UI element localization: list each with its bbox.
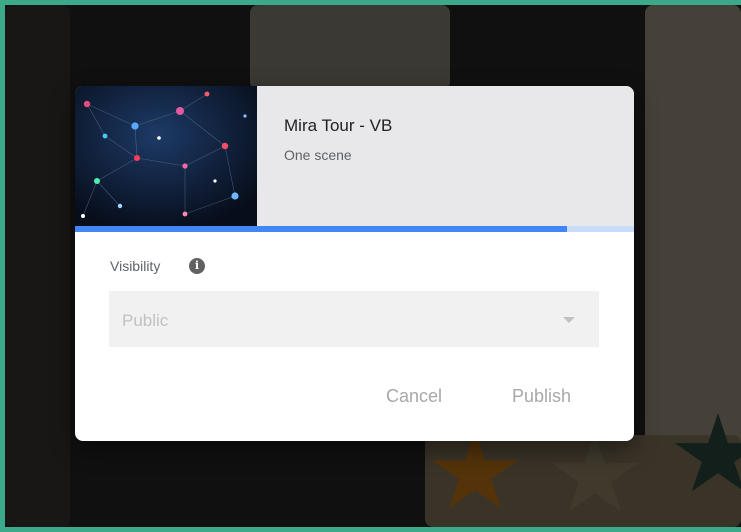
visibility-select-value: Public: [122, 311, 169, 330]
upload-progress-bar: [75, 226, 634, 232]
publish-button[interactable]: Publish: [512, 386, 571, 407]
visibility-label: Visibility: [110, 258, 161, 274]
chevron-down-icon: [563, 317, 575, 323]
background-workspace: Mira Tour - VB One scene Visibility i Pu…: [5, 5, 741, 527]
visibility-select[interactable]: Public: [109, 291, 599, 347]
tour-title: Mira Tour - VB: [284, 116, 393, 135]
dialog-header: Mira Tour - VB One scene: [75, 86, 634, 229]
publish-dialog: Mira Tour - VB One scene Visibility i Pu…: [75, 86, 634, 441]
info-icon[interactable]: i: [189, 258, 205, 274]
tour-subtitle: One scene: [284, 147, 352, 163]
cancel-button[interactable]: Cancel: [386, 386, 442, 407]
upload-progress-fill: [75, 226, 567, 232]
tour-thumbnail: [75, 86, 257, 226]
